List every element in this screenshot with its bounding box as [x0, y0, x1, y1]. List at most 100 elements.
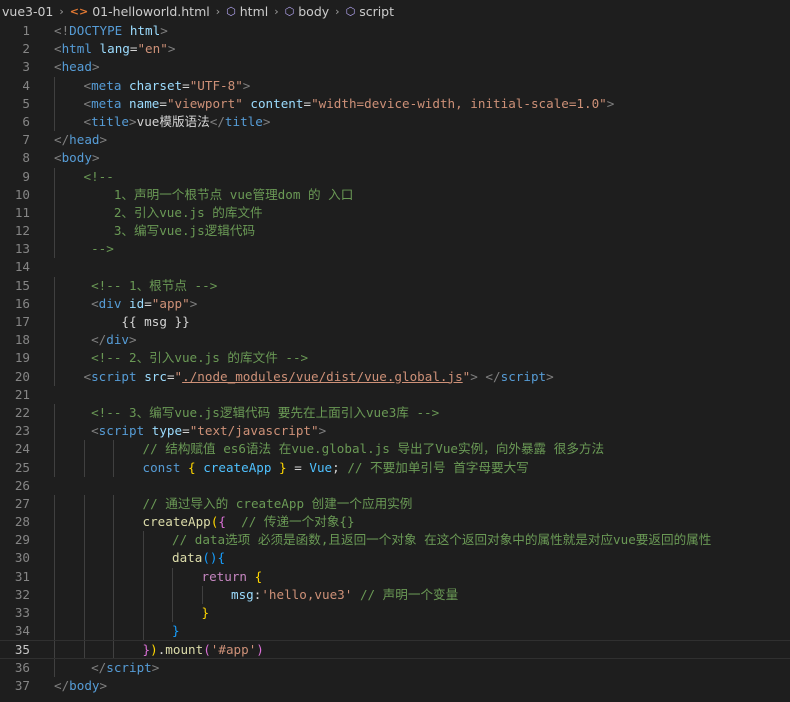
indent-guide — [54, 549, 55, 568]
code-text: // 结构赋值 es6语法 在vue.global.js 导出了Vue实例，向外… — [143, 440, 605, 458]
code-token: {{ msg }} — [83, 314, 190, 329]
indent-guide — [54, 658, 55, 677]
code-token: div — [106, 332, 129, 348]
code-line[interactable]: 16 <div id="app"> — [0, 294, 790, 313]
code-line[interactable]: 36 </script> — [0, 658, 790, 677]
indent-guide — [113, 531, 114, 550]
code-text: 2、引入vue.js 的库文件 — [84, 204, 263, 222]
code-line[interactable]: 11 2、引入vue.js 的库文件 — [0, 203, 790, 223]
code-text: 3、编写vue.js逻辑代码 — [84, 222, 255, 240]
code-line[interactable]: 17 {{ msg }} — [0, 313, 790, 332]
code-line[interactable]: 32 msg:'hello,vue3' // 声明一个变量 — [0, 585, 790, 604]
line-number: 1 — [22, 23, 30, 38]
code-line[interactable]: 18 </div> — [0, 331, 790, 350]
code-token: > — [129, 113, 137, 129]
code-editor[interactable]: 1 <!DOCTYPE html> 2 <html lang="en"> 3 <head>… — [0, 22, 790, 695]
code-token: } — [172, 623, 180, 639]
line-number: 9 — [22, 168, 30, 184]
breadcrumb-script[interactable]: script — [359, 4, 394, 19]
code-line[interactable]: 19 <!-- 2、引入vue.js 的库文件 --> — [0, 349, 790, 368]
code-text: <!-- 1、根节点 --> — [84, 277, 217, 295]
line-number: 14 — [14, 259, 30, 275]
indent-guide — [54, 313, 55, 332]
code-line[interactable]: 27 // 通过导入的 createApp 创建一个应用实例 — [0, 494, 790, 514]
indent-guide — [142, 622, 144, 641]
indent-guide — [54, 167, 55, 186]
code-line[interactable]: 35}).mount('#app') — [0, 640, 790, 659]
code-line[interactable]: 33} — [0, 604, 790, 623]
line-number: 26 — [14, 477, 30, 493]
code-token: </ — [54, 132, 70, 148]
code-token: title — [224, 113, 263, 129]
code-token: 2、引入vue.js 的库文件 — [83, 204, 263, 220]
code-line[interactable]: 31 return { — [0, 567, 790, 586]
code-line[interactable]: 24 // 结构赋值 es6语法 在vue.global.js 导出了Vue实例，… — [0, 440, 790, 459]
code-token: > — [167, 41, 176, 57]
breadcrumb-html[interactable]: html — [240, 4, 268, 19]
indent-guide — [54, 331, 55, 350]
code-line[interactable]: 37 </body> — [0, 677, 790, 695]
code-line[interactable]: 14 — [0, 258, 790, 276]
indent-guide — [83, 440, 85, 459]
code-line[interactable]: 15 <!-- 1、根节点 --> — [0, 276, 790, 295]
code-line[interactable]: 21 — [0, 386, 790, 404]
code-line[interactable]: 13 --> — [0, 240, 790, 259]
code-line[interactable]: 26 — [0, 477, 790, 495]
indent-guide — [54, 276, 55, 295]
code-line[interactable]: 34} — [0, 622, 790, 641]
code-line[interactable]: 4 <meta charset="UTF-8"> — [0, 76, 790, 95]
code-token: > — [99, 677, 108, 693]
code-token: </ — [83, 332, 107, 348]
code-line[interactable]: 10 1、声明一个根节点 vue管理dom 的 入口 — [0, 185, 790, 204]
code-text: const { createApp } = Vue; // 不要加单引号 首字母… — [143, 459, 529, 477]
code-token: { — [188, 459, 196, 475]
code-token: { — [218, 514, 226, 530]
code-text: <!-- — [84, 168, 114, 186]
cube-icon: ⬡ — [345, 4, 356, 18]
code-token: </ — [209, 113, 225, 129]
code-line[interactable]: 28 createApp({ // 传递一个对象{} — [0, 513, 790, 532]
code-line[interactable]: 8 <body> — [0, 149, 790, 167]
indent-guide — [54, 458, 55, 477]
code-text: <body> — [54, 149, 100, 167]
code-token: = — [166, 368, 175, 384]
code-line[interactable]: 22 <!-- 3、编写vue.js逻辑代码 要先在上面引入vue3库 --> — [0, 403, 790, 423]
line-number: 23 — [14, 423, 30, 439]
code-token: <!-- — [83, 168, 114, 184]
code-line[interactable]: 12 3、编写vue.js逻辑代码 — [0, 222, 790, 241]
code-line[interactable]: 25 const { createApp } = Vue; // 不要加单引号 首… — [0, 458, 790, 477]
indent-guide — [54, 222, 55, 241]
indent-guide — [113, 549, 114, 568]
code-line[interactable]: 20 <script src="./node_modules/vue/dist/v… — [0, 367, 790, 386]
code-text: createApp({ // 传递一个对象{} — [143, 513, 355, 531]
code-text: </script> — [84, 659, 159, 677]
code-text: <!DOCTYPE html> — [54, 22, 168, 40]
code-line[interactable]: 30 data(){ — [0, 549, 790, 568]
indent-guide — [172, 567, 173, 586]
code-line[interactable]: 3 <head> — [0, 58, 790, 76]
breadcrumb-body[interactable]: body — [298, 4, 329, 19]
breadcrumb-file[interactable]: 01-helloworld.html — [92, 4, 210, 19]
code-line[interactable]: 29 // data选项 必须是函数,且返回一个对象 在这个返回对象中的属性就是对… — [0, 531, 790, 550]
code-token: = — [182, 77, 190, 93]
breadcrumb-folder[interactable]: vue3-01 — [2, 4, 53, 19]
code-text: <title>vue模版语法</title> — [84, 113, 271, 131]
code-token: "text/javascript" — [189, 423, 319, 439]
code-line[interactable]: 2 <html lang="en"> — [0, 40, 790, 58]
code-token: ) — [150, 642, 158, 658]
code-line[interactable]: 9 <!-- — [0, 167, 790, 186]
code-line[interactable]: 7 </head> — [0, 131, 790, 149]
line-number: 22 — [14, 404, 30, 420]
code-token: > — [129, 332, 137, 348]
code-line[interactable]: 1 <!DOCTYPE html> — [0, 22, 790, 40]
line-number: 19 — [14, 350, 30, 366]
indent-guide — [142, 585, 144, 604]
code-token: const — [142, 459, 181, 475]
code-line[interactable]: 23 <script type="text/javascript"> — [0, 422, 790, 441]
code-token: > — [262, 113, 271, 129]
line-number: 25 — [14, 459, 30, 475]
code-line[interactable]: 6 <title>vue模版语法</title> — [0, 112, 790, 132]
code-line[interactable]: 5 <meta name="viewport" content="width=de… — [0, 94, 790, 113]
code-token: meta — [91, 95, 122, 111]
